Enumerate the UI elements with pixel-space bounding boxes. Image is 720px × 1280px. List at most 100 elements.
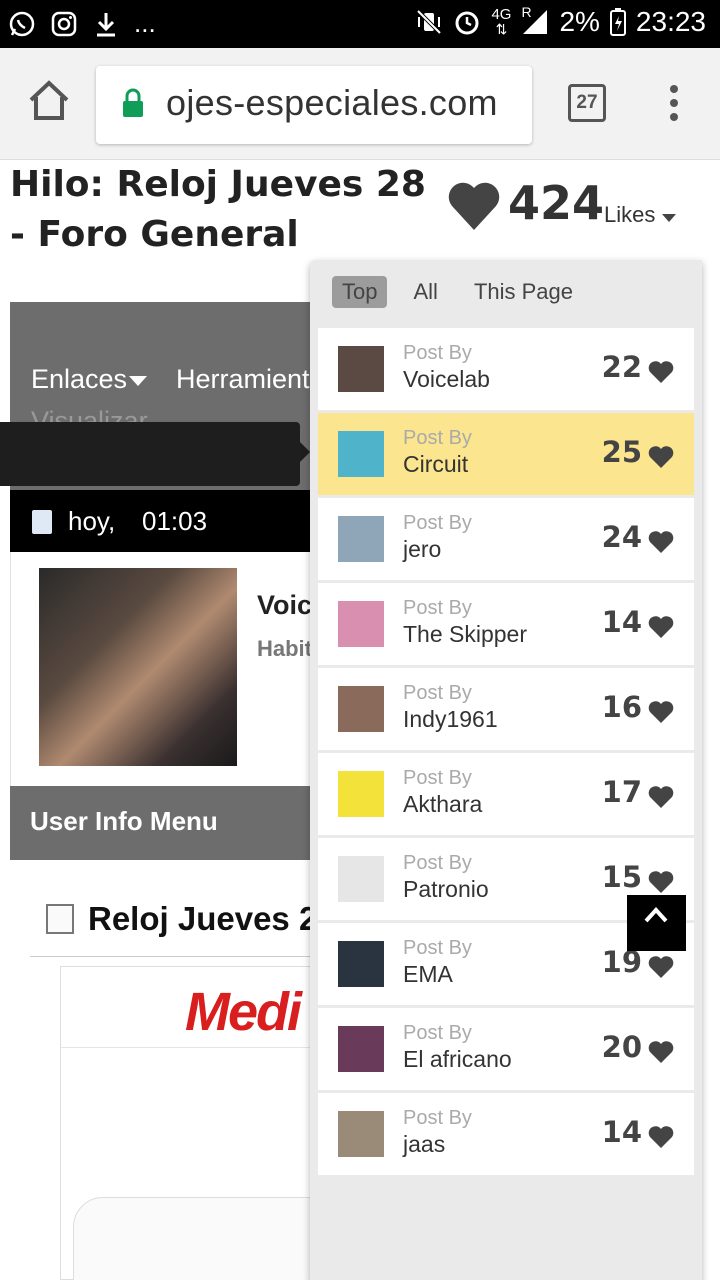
tab-all[interactable]: All: [403, 276, 447, 308]
page-title: Hilo: Reloj Jueves 28 - Foro General: [10, 164, 426, 255]
user-name[interactable]: El africano: [403, 1046, 512, 1073]
like-count: 24: [601, 520, 642, 554]
download-icon: [97, 12, 115, 36]
mute-vibrate-icon: [417, 9, 442, 35]
list-item[interactable]: Post By Akthara 17: [318, 753, 694, 835]
avatar[interactable]: [338, 1111, 384, 1157]
caret-down-icon: [662, 214, 676, 222]
avatar[interactable]: [338, 431, 384, 477]
clock: 23:23: [635, 6, 706, 37]
like-count: 15: [601, 860, 642, 894]
post-by-label: Post By: [403, 342, 472, 364]
post-author[interactable]: Voic: [257, 590, 312, 621]
list-item[interactable]: Post By jero 24: [318, 498, 694, 580]
post-by-label: Post By: [403, 512, 472, 534]
heart-icon: [648, 956, 674, 978]
roaming-indicator: R: [521, 4, 532, 20]
post-by-label: Post By: [403, 937, 472, 959]
scroll-to-top-button[interactable]: [627, 895, 686, 951]
user-name[interactable]: jero: [403, 536, 441, 563]
document-icon: [32, 510, 52, 534]
tab-top[interactable]: Top: [332, 276, 388, 308]
post-by-label: Post By: [403, 682, 472, 704]
avatar[interactable]: [338, 686, 384, 732]
avatar[interactable]: [338, 601, 384, 647]
nav-label: Enlaces: [31, 364, 128, 394]
avatar[interactable]: [338, 1026, 384, 1072]
user-name[interactable]: Voicelab: [403, 366, 490, 393]
post-by-label: Post By: [403, 1107, 472, 1129]
heart-icon: [648, 1126, 674, 1148]
user-name[interactable]: Circuit: [403, 451, 468, 478]
user-info-menu-button[interactable]: User Info Menu: [10, 786, 310, 860]
nav-tooltip-arrow: [300, 442, 310, 462]
lock-icon: [123, 88, 143, 117]
like-count: 14: [601, 1115, 642, 1149]
likes-label: Likes: [604, 202, 656, 227]
user-name[interactable]: Indy1961: [403, 706, 498, 733]
network-type: 4G: [491, 6, 512, 23]
like-count: 16: [601, 690, 642, 724]
tab-switcher-button[interactable]: 27: [568, 84, 606, 122]
battery-percent: 2%: [559, 6, 600, 37]
likes-tabs: Top All This Page: [332, 276, 583, 308]
likes-toggle[interactable]: 424 Likes: [428, 160, 704, 260]
heart-icon: [648, 361, 674, 383]
avatar[interactable]: [338, 771, 384, 817]
alarm-icon: [455, 11, 479, 35]
url-bar[interactable]: ojes-especiales.com: [96, 66, 532, 144]
post-date-bar: hoy, 01:03: [10, 490, 310, 552]
status-more: ...: [134, 8, 156, 38]
signal-strength-icon: R: [521, 4, 549, 36]
whatsapp-icon: [9, 11, 35, 36]
url-text[interactable]: ojes-especiales.com: [166, 82, 498, 124]
browser-toolbar: ojes-especiales.com 27: [0, 48, 720, 160]
avatar[interactable]: [338, 856, 384, 902]
heart-icon: [448, 182, 500, 230]
home-icon[interactable]: [26, 78, 72, 124]
heart-icon: [648, 786, 674, 808]
post-author-title: Habit: [257, 636, 312, 661]
user-name[interactable]: Patronio: [403, 876, 489, 903]
caret-down-icon: [129, 375, 148, 386]
nav-item-enlaces[interactable]: Enlaces: [31, 364, 148, 395]
list-item[interactable]: Post By Voicelab 22: [318, 328, 694, 410]
heart-icon: [648, 446, 674, 468]
list-item[interactable]: Post By The Skipper 14: [318, 583, 694, 665]
ad-banner[interactable]: Medi: [60, 966, 353, 1280]
post-date: hoy,: [68, 506, 116, 536]
instagram-icon: [51, 11, 77, 36]
tab-this-page[interactable]: This Page: [464, 276, 583, 308]
avatar[interactable]: [39, 568, 237, 766]
nav-item-herramientas[interactable]: Herramient: [176, 364, 310, 395]
thread-title-text: Reloj Jueves 2: [88, 900, 318, 937]
ad-brand-logo: Medi: [185, 982, 302, 1042]
heart-icon: [648, 616, 674, 638]
post-by-label: Post By: [403, 597, 472, 619]
user-name[interactable]: jaas: [403, 1131, 445, 1158]
divider: [30, 956, 320, 957]
list-item[interactable]: Post By Circuit 25: [318, 413, 694, 495]
user-name[interactable]: Akthara: [403, 791, 482, 818]
likes-count: 424: [508, 176, 605, 230]
like-count: 14: [601, 605, 642, 639]
list-item[interactable]: Post By El africano 20: [318, 1008, 694, 1090]
avatar[interactable]: [338, 941, 384, 987]
avatar[interactable]: [338, 346, 384, 392]
post-by-label: Post By: [403, 427, 472, 449]
overflow-menu-icon[interactable]: [664, 82, 684, 126]
like-count: 25: [601, 435, 642, 469]
list-item[interactable]: Post By jaas 14: [318, 1093, 694, 1175]
heart-icon: [648, 531, 674, 553]
battery-icon: [609, 8, 626, 36]
post-header: Voic Habit: [10, 552, 312, 788]
like-count: 20: [601, 1030, 642, 1064]
user-name[interactable]: The Skipper: [403, 621, 527, 648]
avatar[interactable]: [338, 516, 384, 562]
user-name[interactable]: EMA: [403, 961, 453, 988]
list-item[interactable]: Post By Indy1961 16: [318, 668, 694, 750]
heart-icon: [648, 701, 674, 723]
nav-tooltip-bar: [0, 422, 300, 486]
heart-icon: [648, 871, 674, 893]
post-by-label: Post By: [403, 1022, 472, 1044]
